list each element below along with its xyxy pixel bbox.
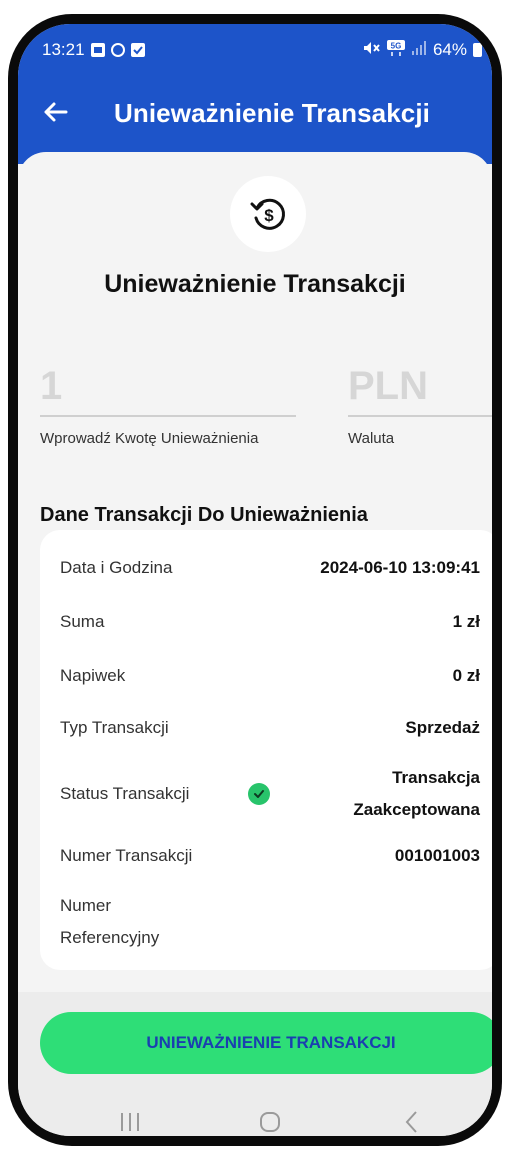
detail-label: Numer Transakcji — [60, 846, 193, 865]
amount-input[interactable]: 1 — [40, 364, 62, 409]
detail-label: Data i Godzina — [60, 558, 173, 577]
battery-icon — [473, 43, 482, 57]
image-icon — [90, 43, 105, 57]
system-nav-bar — [18, 1102, 492, 1136]
phone-frame: 13:21 5G 64% Unieważnienie Transakcji $ … — [8, 14, 502, 1146]
instagram-icon — [110, 43, 125, 57]
detail-label: Napiwek — [60, 666, 126, 685]
5g-icon: 5G — [386, 39, 405, 61]
detail-value: 2024-06-10 13:09:41 — [320, 558, 480, 577]
section-heading: Unieważnienie Transakcji — [104, 270, 406, 298]
currency-underline — [348, 415, 492, 417]
battery-percent: 64% — [432, 40, 467, 59]
home-button[interactable] — [250, 1102, 290, 1136]
detail-value: 0 zł — [452, 666, 480, 685]
amount-label: Wprowadź Kwotę Unieważnienia — [40, 430, 259, 447]
app-header: 13:21 5G 64% Unieważnienie Transakcji — [18, 24, 492, 164]
refund-badge: $ — [230, 176, 306, 252]
detail-value: 1 zł — [452, 612, 480, 631]
home-icon — [260, 1112, 280, 1132]
recent-apps-button[interactable] — [110, 1102, 150, 1136]
amount-underline — [40, 415, 296, 417]
detail-label: Status Transakcji — [60, 784, 190, 803]
recent-apps-icon — [121, 1113, 139, 1131]
detail-label: Suma — [60, 612, 105, 631]
detail-value: Sprzedaż — [405, 718, 480, 737]
transaction-details-title: Dane Transakcji Do Unieważnienia — [40, 504, 368, 526]
detail-label-line1: Numer — [60, 896, 112, 915]
detail-value-line1: Transakcja — [392, 768, 480, 787]
mute-icon — [363, 40, 381, 60]
toolbar: Unieważnienie Transakcji — [18, 86, 492, 142]
nav-back-icon — [405, 1111, 417, 1133]
svg-text:$: $ — [264, 206, 274, 225]
back-arrow-icon — [44, 102, 68, 122]
status-time: 13:21 — [42, 40, 85, 59]
detail-label: Typ Transakcji — [60, 718, 169, 737]
screen: 13:21 5G 64% Unieważnienie Transakcji $ … — [18, 24, 492, 1136]
page-title: Unieważnienie Transakcji — [114, 98, 430, 128]
detail-value-line2: Zaakceptowana — [353, 800, 480, 819]
status-bar: 13:21 5G 64% — [42, 38, 482, 62]
transaction-details-card: Data i Godzina 2024-06-10 13:09:41 Suma … — [40, 530, 492, 970]
check-square-icon — [130, 43, 145, 57]
check-circle-icon — [248, 783, 270, 805]
void-transaction-button[interactable]: UNIEWAŻNIENIE TRANSAKCJI — [40, 1012, 492, 1074]
nav-back-button[interactable] — [392, 1102, 432, 1136]
signal-icon — [411, 40, 427, 60]
currency-label: Waluta — [348, 430, 395, 447]
refund-dollar-icon: $ — [250, 198, 285, 230]
back-button[interactable] — [38, 94, 74, 130]
detail-value: 001001003 — [394, 846, 480, 865]
svg-text:5G: 5G — [391, 41, 402, 50]
status-right: 5G 64% — [363, 39, 482, 61]
detail-label-line2: Referencyjny — [60, 928, 160, 947]
currency-field[interactable]: PLN — [348, 364, 428, 409]
